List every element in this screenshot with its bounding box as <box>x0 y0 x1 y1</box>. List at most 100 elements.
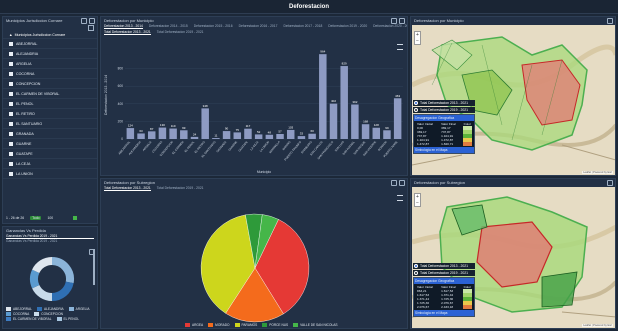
donut-legend-item[interactable]: COCORNA <box>6 312 29 316</box>
bar[interactable] <box>383 130 391 139</box>
bar[interactable] <box>372 127 381 139</box>
pie-legend-item[interactable]: VALLE DE SAN NICOLAS <box>293 323 338 327</box>
bar[interactable] <box>147 131 156 139</box>
subtab-total[interactable]: Total Deforestacion 2019 - 2021 <box>157 30 204 35</box>
radio-total-2013[interactable] <box>414 101 418 106</box>
filter-icon[interactable] <box>88 25 94 31</box>
tab-deforestacion[interactable]: Deforestacion 2017 - 2018 <box>283 24 322 29</box>
municipio-item[interactable]: LA UNION <box>3 169 97 179</box>
municipio-item[interactable]: CONCEPCION <box>3 79 97 89</box>
tab-pie-total[interactable]: Total Deforestacion 2013 - 2021 <box>104 186 151 191</box>
municipio-item[interactable]: LA CEJA <box>3 159 97 169</box>
checkbox[interactable] <box>9 81 13 86</box>
municipio-item[interactable]: EL SANTUARIO <box>3 119 97 129</box>
checkbox[interactable] <box>9 101 13 106</box>
map-zoom[interactable]: + − <box>414 193 421 207</box>
bar[interactable] <box>319 54 327 139</box>
checkbox[interactable] <box>9 121 13 126</box>
tab-deforestacion[interactable]: Deforestacion 2014 - 2015 <box>149 24 188 29</box>
expand-icon[interactable] <box>81 18 87 24</box>
municipio-item[interactable]: ALEJANDRIA <box>3 49 97 59</box>
pie-legend-item[interactable]: PARAMOS <box>234 323 257 327</box>
zoom-out-icon[interactable]: − <box>416 200 419 206</box>
pie-legend-item[interactable]: ARGEA <box>185 323 203 327</box>
tab-pie-recent[interactable]: Total Deforestacion 2019 - 2021 <box>157 186 204 191</box>
donut-segment[interactable] <box>32 284 53 301</box>
checkbox[interactable] <box>9 111 13 116</box>
map-zoom[interactable]: + − <box>414 31 421 45</box>
donut-legend-item[interactable]: EL PENOL <box>56 317 79 321</box>
pie-legend-item[interactable]: MORADO <box>208 323 230 327</box>
bar[interactable] <box>244 128 252 139</box>
municipio-item[interactable]: ABEJORRAL <box>3 39 97 49</box>
municipio-item[interactable]: GRANADA <box>3 129 97 139</box>
radio-total-2019[interactable] <box>414 108 418 113</box>
expand-icon[interactable] <box>391 18 397 24</box>
bar[interactable] <box>126 128 135 139</box>
bar[interactable] <box>265 134 274 139</box>
municipio-item[interactable]: EL CARMEN DE VIBORAL <box>3 89 97 99</box>
radio-total-2019[interactable] <box>414 271 418 276</box>
donut-legend-item[interactable]: CONCEPCION <box>34 312 63 316</box>
tab-deforestacion[interactable]: Deforestacion 2019 - 2020 <box>328 24 367 29</box>
bar[interactable] <box>254 134 263 139</box>
radio-total-2013[interactable] <box>414 264 418 269</box>
tab-deforestacion[interactable]: Deforestacion 2020 - 2021 <box>373 24 407 29</box>
bar[interactable] <box>340 66 348 139</box>
donut-segment[interactable] <box>51 257 74 284</box>
checkbox[interactable] <box>9 151 13 156</box>
checkbox[interactable] <box>9 171 13 176</box>
expand-icon[interactable] <box>607 180 613 186</box>
donut-legend-item[interactable]: ARGELIA <box>68 307 89 311</box>
chart-menu[interactable] <box>397 195 403 201</box>
zoom-out-icon[interactable]: − <box>416 38 419 44</box>
checkbox[interactable] <box>9 161 13 166</box>
subtab-total[interactable]: Total Deforestacion 2013 - 2021 <box>104 30 151 35</box>
pager-all-button[interactable]: Todo <box>30 216 42 220</box>
bar[interactable] <box>158 127 167 139</box>
bar[interactable] <box>286 129 295 139</box>
checkbox[interactable] <box>9 61 13 66</box>
checkbox[interactable] <box>9 131 13 136</box>
bar[interactable] <box>233 132 242 139</box>
menu-icon[interactable] <box>399 18 405 24</box>
expand-icon[interactable] <box>607 18 613 24</box>
donut-segment[interactable] <box>51 281 74 301</box>
bar[interactable] <box>393 98 402 139</box>
municipio-item[interactable]: EL PENOL <box>3 99 97 109</box>
bar[interactable] <box>351 104 359 139</box>
bar[interactable] <box>201 108 209 139</box>
donut-legend-item[interactable]: ALEJANDRIA <box>36 307 64 311</box>
bar[interactable] <box>180 130 188 139</box>
bar[interactable] <box>361 124 370 139</box>
checkbox[interactable] <box>9 41 13 46</box>
bar[interactable] <box>190 136 199 139</box>
menu-icon[interactable] <box>89 18 95 24</box>
bar[interactable] <box>137 133 145 139</box>
sort-up-icon[interactable]: ▲ <box>9 33 13 37</box>
menu-icon[interactable] <box>399 180 405 186</box>
bar[interactable] <box>276 133 284 139</box>
tab-ganancias-2[interactable]: Ganancias Vs Perdida 2019 - 2021 <box>6 239 94 243</box>
donut-legend-item[interactable]: EL CARMEN DE VIBORAL <box>6 317 52 321</box>
municipio-item[interactable]: GUARNE <box>3 139 97 149</box>
pie-legend-item[interactable]: PORCE NUS <box>262 323 288 327</box>
pager-toggle[interactable] <box>73 216 78 220</box>
bar[interactable] <box>308 133 316 139</box>
expand-icon[interactable] <box>391 180 397 186</box>
pager-count[interactable]: 100 <box>47 216 53 220</box>
municipio-item[interactable]: EL RETIRO <box>3 109 97 119</box>
checkbox[interactable] <box>9 71 13 76</box>
tab-deforestacion[interactable]: Deforestacion 2015 - 2016 <box>194 24 233 29</box>
bar[interactable] <box>169 128 177 139</box>
municipio-item[interactable]: GUATAPE <box>3 149 97 159</box>
municipio-item[interactable]: COCORNA <box>3 69 97 79</box>
bar[interactable] <box>212 138 220 139</box>
tab-deforestacion[interactable]: Deforestacion 2013 - 2014 <box>104 24 143 29</box>
checkbox[interactable] <box>9 51 13 56</box>
scrollbar[interactable] <box>93 249 95 285</box>
checkbox[interactable] <box>9 91 13 96</box>
checkbox[interactable] <box>9 141 13 146</box>
donut-segment[interactable] <box>32 257 53 274</box>
bar[interactable] <box>297 136 306 139</box>
